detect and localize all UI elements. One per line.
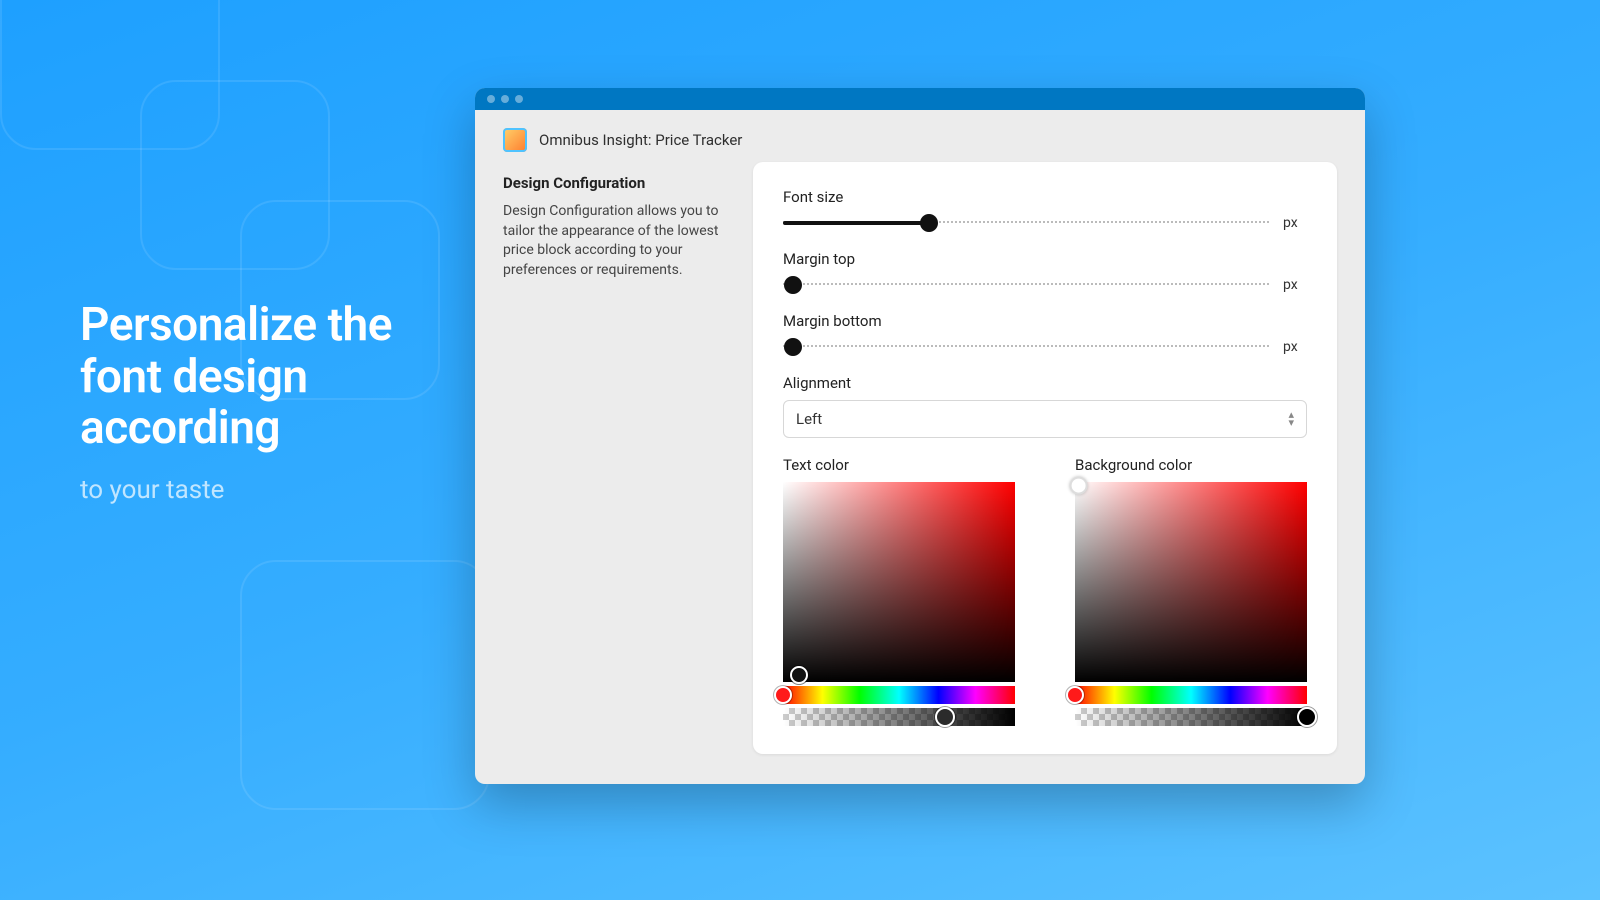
- text-color-alpha[interactable]: [783, 708, 1015, 726]
- alignment-label: Alignment: [783, 374, 1307, 392]
- background-color-satval[interactable]: [1075, 482, 1307, 682]
- margin-top-field: Margin top px: [783, 250, 1307, 294]
- margin-top-slider[interactable]: [783, 276, 1269, 294]
- font-size-slider[interactable]: [783, 214, 1269, 232]
- select-chevrons-icon: ▴▾: [1288, 411, 1294, 427]
- promo-text: Personalize the font design according to…: [80, 300, 460, 505]
- background-color-label: Background color: [1075, 456, 1307, 474]
- margin-bottom-label: Margin bottom: [783, 312, 1307, 330]
- promo-subline: to your taste: [80, 475, 460, 505]
- font-size-field: Font size px: [783, 188, 1307, 232]
- alignment-select[interactable]: Left ▴▾: [783, 400, 1307, 438]
- alignment-value: Left: [796, 410, 822, 428]
- text-color-label: Text color: [783, 456, 1015, 474]
- app-title: Omnibus Insight: Price Tracker: [539, 131, 742, 149]
- alignment-field: Alignment Left ▴▾: [783, 374, 1307, 438]
- app-header: Omnibus Insight: Price Tracker: [475, 110, 1365, 162]
- background-color-alpha[interactable]: [1075, 708, 1307, 726]
- promo-headline: Personalize the font design according: [80, 300, 460, 455]
- text-color-satval[interactable]: [783, 482, 1015, 682]
- window-control-close[interactable]: [487, 95, 495, 103]
- window-control-zoom[interactable]: [515, 95, 523, 103]
- sidebar-heading: Design Configuration: [503, 174, 723, 192]
- margin-top-unit: px: [1283, 277, 1307, 293]
- window-control-minimize[interactable]: [501, 95, 509, 103]
- app-window: Omnibus Insight: Price Tracker Design Co…: [475, 88, 1365, 784]
- text-color-hue[interactable]: [783, 686, 1015, 704]
- app-icon: [503, 128, 527, 152]
- sidebar: Design Configuration Design Configuratio…: [503, 162, 723, 754]
- window-titlebar: [475, 88, 1365, 110]
- design-panel: Font size px Margin top: [753, 162, 1337, 754]
- font-size-unit: px: [1283, 215, 1307, 231]
- margin-bottom-slider[interactable]: [783, 338, 1269, 356]
- sidebar-description: Design Configuration allows you to tailo…: [503, 202, 723, 280]
- background-color-field: Background color: [1075, 456, 1307, 726]
- font-size-label: Font size: [783, 188, 1307, 206]
- background-color-hue[interactable]: [1075, 686, 1307, 704]
- margin-top-label: Margin top: [783, 250, 1307, 268]
- text-color-field: Text color: [783, 456, 1015, 726]
- margin-bottom-field: Margin bottom px: [783, 312, 1307, 356]
- margin-bottom-unit: px: [1283, 339, 1307, 355]
